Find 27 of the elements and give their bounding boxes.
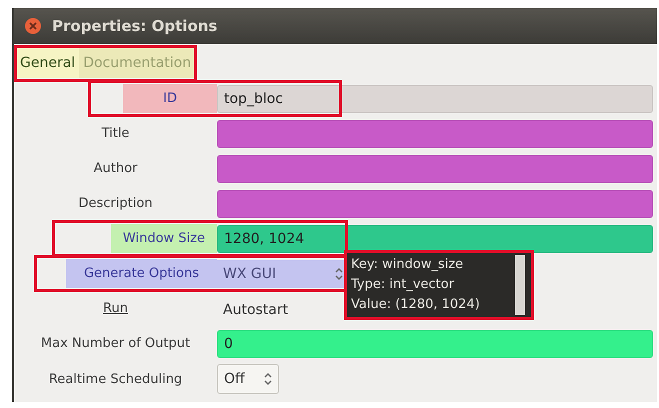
input-field[interactable]: [217, 120, 653, 148]
tooltip-text: Key: window_size: [351, 256, 464, 274]
input-field[interactable]: [217, 190, 653, 218]
field-label: Author: [94, 161, 138, 176]
spin-arrows-icon: [264, 372, 272, 386]
tooltip-text: Type: int_vector: [351, 276, 456, 294]
field-label: Realtime Scheduling: [48, 372, 182, 386]
field-label: Max Number of Output: [40, 336, 190, 351]
field-label: Generate Options: [66, 259, 217, 288]
field-label: ID: [123, 84, 217, 113]
scrollbar: [515, 255, 525, 315]
dropdown[interactable]: WX GUI: [217, 260, 347, 288]
input-field[interactable]: top_bloc: [217, 84, 653, 112]
value-text: Autostart: [222, 302, 288, 318]
close-icon[interactable]: [24, 17, 42, 35]
field-label: Description: [78, 196, 153, 211]
field-label: Title: [102, 126, 130, 141]
field-label: Window Size: [110, 224, 217, 253]
input-field[interactable]: [217, 154, 653, 182]
input-field[interactable]: 0: [217, 330, 653, 358]
dropdown[interactable]: Off: [217, 364, 279, 394]
tab[interactable]: General: [16, 47, 80, 78]
window-title: Properties: Options: [52, 17, 218, 35]
spin-arrows-icon: [335, 266, 343, 280]
field-label: Run: [103, 301, 128, 316]
tooltip-text: Value: (1280, 1024): [351, 296, 481, 314]
input-field[interactable]: 1280, 1024: [217, 224, 653, 252]
